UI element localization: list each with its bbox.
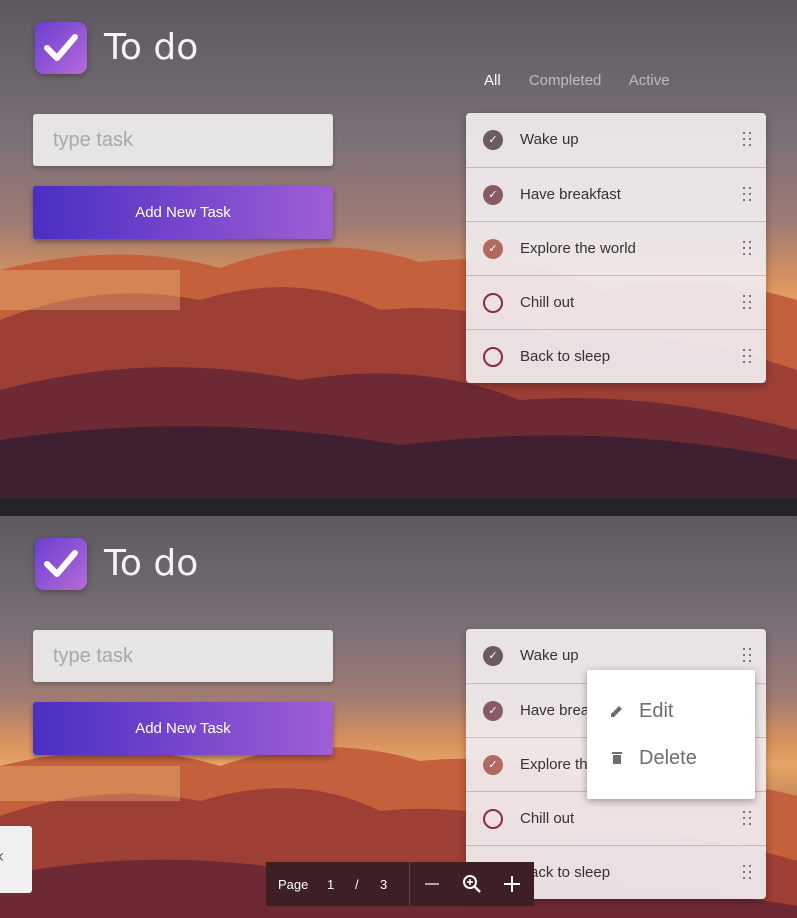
task-row[interactable]: ✓ Explore the world	[466, 221, 766, 275]
side-panel-toggle[interactable]: ‹	[0, 826, 32, 893]
menu-item-label: Delete	[639, 747, 697, 769]
drag-handle-icon[interactable]	[743, 187, 751, 203]
task-checkbox[interactable]: ✓	[483, 755, 503, 775]
task-checkbox[interactable]: ✓	[483, 130, 503, 150]
drag-handle-icon[interactable]	[743, 132, 751, 148]
drag-handle-icon[interactable]	[743, 811, 751, 827]
task-checkbox[interactable]	[483, 293, 503, 313]
check-icon: ✓	[488, 242, 498, 255]
task-row[interactable]: Back to sleep	[466, 329, 766, 383]
task-label: Wake up	[520, 647, 579, 664]
task-row[interactable]: ✓ Have breakfast	[466, 167, 766, 221]
check-icon: ✓	[488, 758, 498, 771]
page-separator: /	[355, 877, 359, 892]
task-label: Chill out	[520, 810, 575, 827]
panel-divider	[0, 498, 797, 516]
drag-handle-icon[interactable]	[743, 349, 751, 365]
filter-tabs: All Completed Active	[484, 72, 694, 89]
app-logo	[35, 22, 87, 74]
task-checkbox[interactable]: ✓	[483, 185, 503, 205]
add-task-button[interactable]: Add New Task	[33, 702, 333, 755]
task-input[interactable]	[33, 114, 333, 166]
tab-active[interactable]: Active	[629, 72, 670, 89]
menu-item-label: Edit	[639, 700, 674, 722]
drag-handle-icon[interactable]	[743, 648, 751, 664]
zoom-in-icon[interactable]	[462, 874, 482, 894]
pencil-icon	[611, 706, 622, 717]
check-icon: ✓	[488, 133, 498, 146]
total-pages: 3	[380, 877, 388, 892]
app-title: To do	[104, 27, 199, 68]
task-list: ✓ Wake up ✓ Have breakfast ✓ Explore the…	[466, 113, 766, 383]
task-label: Have breakfast	[520, 186, 621, 203]
drag-handle-icon[interactable]	[743, 865, 751, 881]
todo-view-context-menu: To do Add New Task ✓ Wake up ✓ Have brea…	[0, 516, 797, 918]
drag-handle-icon[interactable]	[743, 241, 751, 257]
task-checkbox[interactable]: ✓	[483, 239, 503, 259]
task-label: Wake up	[520, 131, 579, 148]
tab-all[interactable]: All	[484, 72, 501, 89]
task-input[interactable]	[33, 630, 333, 682]
task-label: Explore the world	[520, 240, 636, 257]
current-page[interactable]: 1	[327, 877, 334, 892]
todo-view-default: To do All Completed Active Add New Task …	[0, 0, 797, 498]
trash-icon	[612, 752, 622, 764]
task-label: Back to sleep	[520, 348, 611, 365]
app-title: To do	[104, 543, 199, 584]
task-row[interactable]: ✓ Wake up	[466, 113, 766, 167]
check-icon: ✓	[488, 188, 498, 201]
drag-handle-icon[interactable]	[743, 295, 751, 311]
task-checkbox[interactable]: ✓	[483, 701, 503, 721]
task-context-menu: Edit Delete	[587, 670, 755, 799]
task-checkbox[interactable]	[483, 347, 503, 367]
minus-icon[interactable]	[424, 876, 440, 892]
page-navigation-bar: Page 1 / 3	[266, 862, 534, 906]
check-icon: ✓	[488, 649, 498, 662]
page-label: Page	[278, 877, 309, 892]
app-logo	[35, 538, 87, 590]
task-checkbox[interactable]: ✓	[483, 646, 503, 666]
task-checkbox[interactable]	[483, 809, 503, 829]
task-label: Chill out	[520, 294, 575, 311]
task-row[interactable]: Chill out	[466, 791, 766, 845]
checkbox-check-icon	[44, 550, 78, 577]
plus-icon[interactable]	[503, 875, 521, 893]
chevron-left-icon: ‹	[0, 846, 4, 867]
tab-completed[interactable]: Completed	[529, 72, 602, 89]
checkbox-check-icon	[44, 34, 78, 61]
task-row[interactable]: Chill out	[466, 275, 766, 329]
add-task-button[interactable]: Add New Task	[33, 186, 333, 239]
pager-divider	[409, 862, 410, 906]
check-icon: ✓	[488, 704, 498, 717]
